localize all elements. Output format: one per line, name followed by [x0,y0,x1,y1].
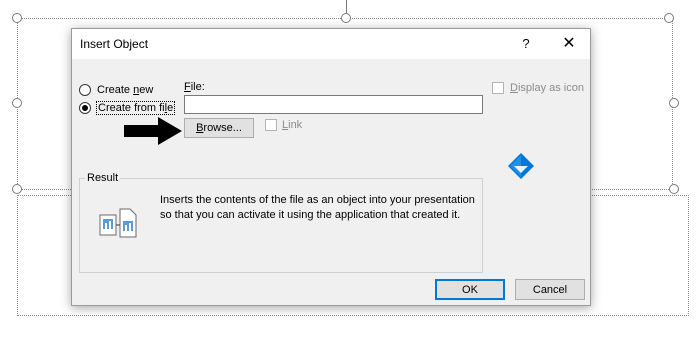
display-as-icon-label: Display as icon [510,82,584,94]
arrow-right-icon [124,117,182,145]
windows-logo-icon [508,153,534,179]
title-bar: Insert Object ? ✕ [72,29,590,59]
document-chart-icon [99,208,137,238]
link-label: Link [282,119,303,131]
resize-handle-top-left[interactable] [12,13,22,23]
insert-object-dialog: Insert Object ? ✕ Create new Create from… [71,28,591,306]
result-legend: Result [85,172,121,184]
rotation-handle[interactable] [341,13,351,23]
file-label: File: [184,81,205,93]
close-icon[interactable]: ✕ [559,35,579,53]
create-from-file-radio[interactable] [79,102,91,114]
dialog-title: Insert Object [80,37,149,51]
create-from-file-option[interactable]: Create from file [79,101,176,115]
resize-handle-bottom-left[interactable] [12,184,22,194]
help-icon[interactable]: ? [516,35,536,53]
create-new-radio[interactable] [79,84,91,96]
create-new-label: Create new [97,84,154,96]
display-as-icon-checkbox[interactable] [492,82,504,94]
file-path-input[interactable] [184,95,483,114]
ok-button[interactable]: OK [435,279,505,300]
resize-handle-bottom-right[interactable] [669,184,679,194]
cancel-button[interactable]: Cancel [515,279,585,300]
browse-button[interactable]: Browse... [184,118,254,138]
link-checkbox[interactable] [265,119,277,131]
create-from-file-label: Create from file [95,101,176,115]
resize-handle-top-right[interactable] [664,13,674,23]
rotation-handle-line [346,0,347,14]
resize-handle-mid-right[interactable] [669,98,679,108]
create-new-option[interactable]: Create new [79,84,153,96]
result-description: Inserts the contents of the file as an o… [160,194,475,221]
resize-handle-mid-left[interactable] [12,98,22,108]
